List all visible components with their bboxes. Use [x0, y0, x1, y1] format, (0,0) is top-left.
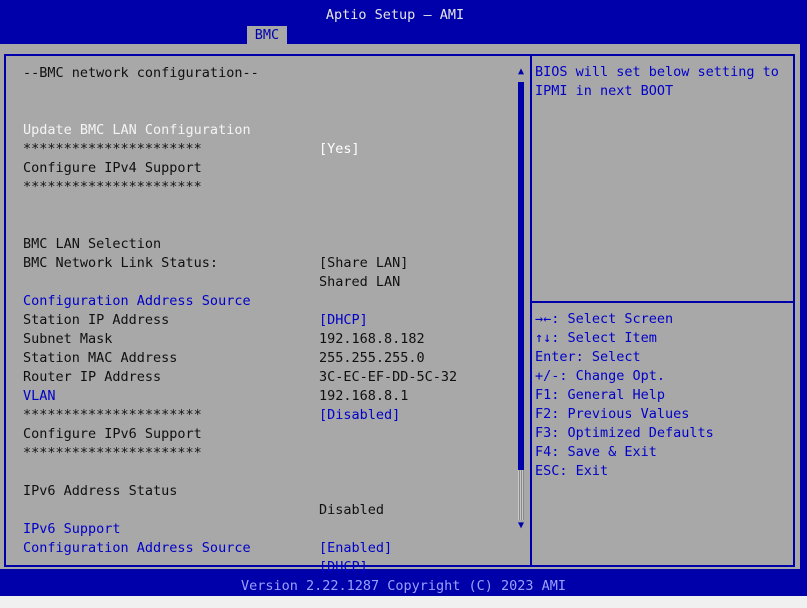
- key-legend-f4: F4: Save & Exit: [535, 444, 657, 460]
- right-edge: [800, 44, 807, 576]
- bottom-strip: [0, 596, 807, 608]
- scrollbar-thumb[interactable]: [518, 470, 524, 520]
- key-legend-select-item: ↑↓: Select Item: [535, 330, 657, 346]
- config-address-source-v6-label: Configuration Address Source: [23, 540, 251, 556]
- subnet-mask-value: 255.255.255.0: [319, 350, 425, 366]
- config-address-source-v6-item[interactable]: Configuration Address Source [DHCP]: [23, 520, 368, 575]
- vlan-item[interactable]: VLAN [Disabled]: [23, 368, 400, 423]
- scroll-down-arrow-icon[interactable]: ▼: [516, 520, 526, 534]
- scrollbar[interactable]: ▲ ▼: [516, 66, 526, 534]
- help-text: BIOS will set below setting to IPMI in n…: [535, 64, 779, 99]
- ipv6-support-value[interactable]: [Enabled]: [319, 539, 392, 558]
- vlan-label: VLAN: [23, 388, 56, 404]
- config-address-source-v6-value[interactable]: [DHCP]: [319, 558, 368, 577]
- router-ip-label: Router IP Address: [23, 369, 162, 385]
- station-mac-item: Station MAC Address 3C-EC-EF-DD-5C-32: [23, 330, 457, 385]
- station-ip-label: Station IP Address: [23, 312, 170, 328]
- scrollbar-track[interactable]: [518, 82, 524, 520]
- bmc-link-status-item: BMC Network Link Status: Shared LAN: [23, 235, 400, 290]
- bmc-link-status-value: Shared LAN: [319, 274, 401, 290]
- key-legend-f1: F1: General Help: [535, 387, 666, 403]
- horizontal-divider: [532, 301, 795, 303]
- ipv6-address-status-label: IPv6 Address Status: [23, 483, 178, 499]
- key-legend: →←: Select Screen ↑↓: Select Item Enter:…: [535, 310, 714, 481]
- config-address-source-v4-value[interactable]: [DHCP]: [319, 311, 368, 330]
- key-legend-esc: ESC: Exit: [535, 463, 609, 479]
- key-legend-select-screen: →←: Select Screen: [535, 311, 674, 327]
- station-ip-item: Station IP Address 192.168.8.182: [23, 292, 425, 347]
- title-bar: Aptio Setup – AMI BMC: [0, 0, 807, 44]
- vertical-divider: [530, 54, 532, 567]
- subnet-mask-item: Subnet Mask 255.255.255.0: [23, 311, 425, 366]
- bmc-lan-selection-item: BMC LAN Selection [Share LAN]: [23, 216, 408, 271]
- ipv6-address-status-item: IPv6 Address Status Disabled: [23, 463, 384, 518]
- ipv6-support-item[interactable]: IPv6 Support [Enabled]: [23, 501, 392, 556]
- station-ip-value: 192.168.8.182: [319, 331, 425, 347]
- router-ip-value: 192.168.8.1: [319, 388, 409, 404]
- update-bmc-lan-config-item[interactable]: Update BMC LAN Configuration [Yes]: [23, 102, 360, 157]
- station-mac-value: 3C-EC-EF-DD-5C-32: [319, 369, 458, 385]
- key-legend-f2: F2: Previous Values: [535, 406, 690, 422]
- tab-bmc[interactable]: BMC: [247, 26, 287, 44]
- config-address-source-v4-item[interactable]: Configuration Address Source [DHCP]: [23, 273, 368, 328]
- app-title: Aptio Setup – AMI: [325, 7, 465, 23]
- scroll-up-arrow-icon[interactable]: ▲: [516, 66, 526, 80]
- ipv6-address-status-value: Disabled: [319, 502, 385, 518]
- bmc-link-status-label: BMC Network Link Status:: [23, 255, 219, 271]
- config-address-source-v4-label: Configuration Address Source: [23, 293, 251, 309]
- key-legend-f3: F3: Optimized Defaults: [535, 425, 714, 441]
- router-ip-item: Router IP Address 192.168.8.1: [23, 349, 408, 404]
- update-bmc-lan-config-value[interactable]: [Yes]: [319, 140, 360, 159]
- station-mac-label: Station MAC Address: [23, 350, 178, 366]
- key-legend-enter: Enter: Select: [535, 349, 641, 365]
- update-bmc-lan-config-label: Update BMC LAN Configuration: [23, 122, 251, 138]
- bmc-lan-selection-value: [Share LAN]: [319, 255, 409, 271]
- vlan-value[interactable]: [Disabled]: [319, 406, 400, 425]
- footer-version: Version 2.22.1287 Copyright (C) 2023 AMI: [0, 576, 807, 596]
- key-legend-change-opt: +/-: Change Opt.: [535, 368, 666, 384]
- bmc-lan-selection-label: BMC LAN Selection: [23, 236, 162, 252]
